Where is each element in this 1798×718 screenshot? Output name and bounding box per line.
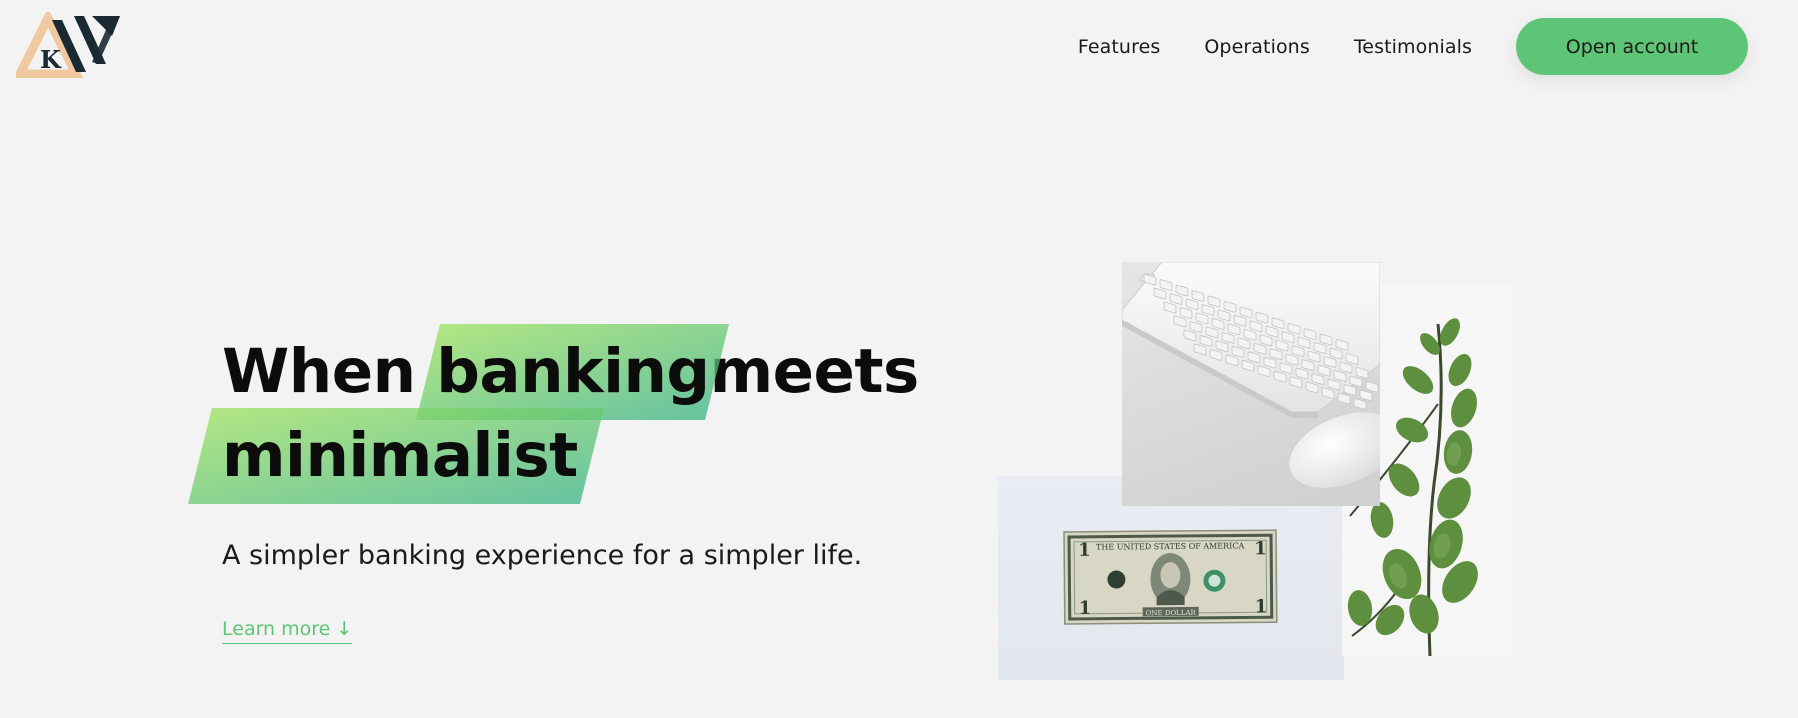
hero-highlight-banking: banking <box>436 330 710 414</box>
dollar-bill-image: THE UNITED STATES OF AMERICA 1 1 1 1 ONE… <box>998 476 1344 680</box>
hero-subtitle: A simpler banking experience for a simpl… <box>222 540 863 571</box>
hero-illustration: THE UNITED STATES OF AMERICA 1 1 1 1 ONE… <box>998 261 1518 682</box>
open-account-button[interactable]: Open account <box>1516 18 1748 75</box>
svg-text:THE UNITED STATES OF AMERICA: THE UNITED STATES OF AMERICA <box>1096 541 1244 551</box>
keyboard-key <box>1353 398 1367 410</box>
keyboard-key <box>1359 389 1373 402</box>
dollar-bill-graphic: THE UNITED STATES OF AMERICA 1 1 1 1 ONE… <box>1063 529 1278 625</box>
svg-text:1: 1 <box>1254 538 1267 559</box>
nav-link-operations[interactable]: Operations <box>1204 36 1309 58</box>
learn-more-link[interactable]: Learn more ↓ <box>222 618 353 644</box>
main-nav: Features Operations Testimonials Open ac… <box>1078 18 1748 75</box>
bank-logo[interactable]: K <box>16 12 126 78</box>
hero-title-line-2: minimalist <box>222 414 919 498</box>
hero-title: When bankingmeets minimalist <box>222 330 919 498</box>
nav-link-testimonials[interactable]: Testimonials <box>1354 36 1472 58</box>
svg-text:1: 1 <box>1255 596 1268 617</box>
svg-text:1: 1 <box>1078 540 1091 561</box>
logo-letter: K <box>40 45 62 74</box>
keyboard-key <box>1365 381 1379 393</box>
hero-title-word-when: When <box>222 336 416 407</box>
nav-link-features[interactable]: Features <box>1078 36 1161 58</box>
keyboard-key <box>1343 384 1357 396</box>
landing-page: K Features Operations Testimonials Open … <box>0 0 1798 718</box>
hero-title-line-1: When bankingmeets <box>222 330 919 414</box>
keyboard-and-mouse-image <box>1121 261 1400 506</box>
svg-text:ONE DOLLAR: ONE DOLLAR <box>1146 609 1197 617</box>
hero-title-word-meets: meets <box>709 336 920 407</box>
hero-highlight-minimalist: minimalist <box>222 414 578 498</box>
keyboard-graphic <box>1121 261 1400 489</box>
keyboard-key <box>1337 392 1351 405</box>
svg-text:1: 1 <box>1079 598 1092 619</box>
